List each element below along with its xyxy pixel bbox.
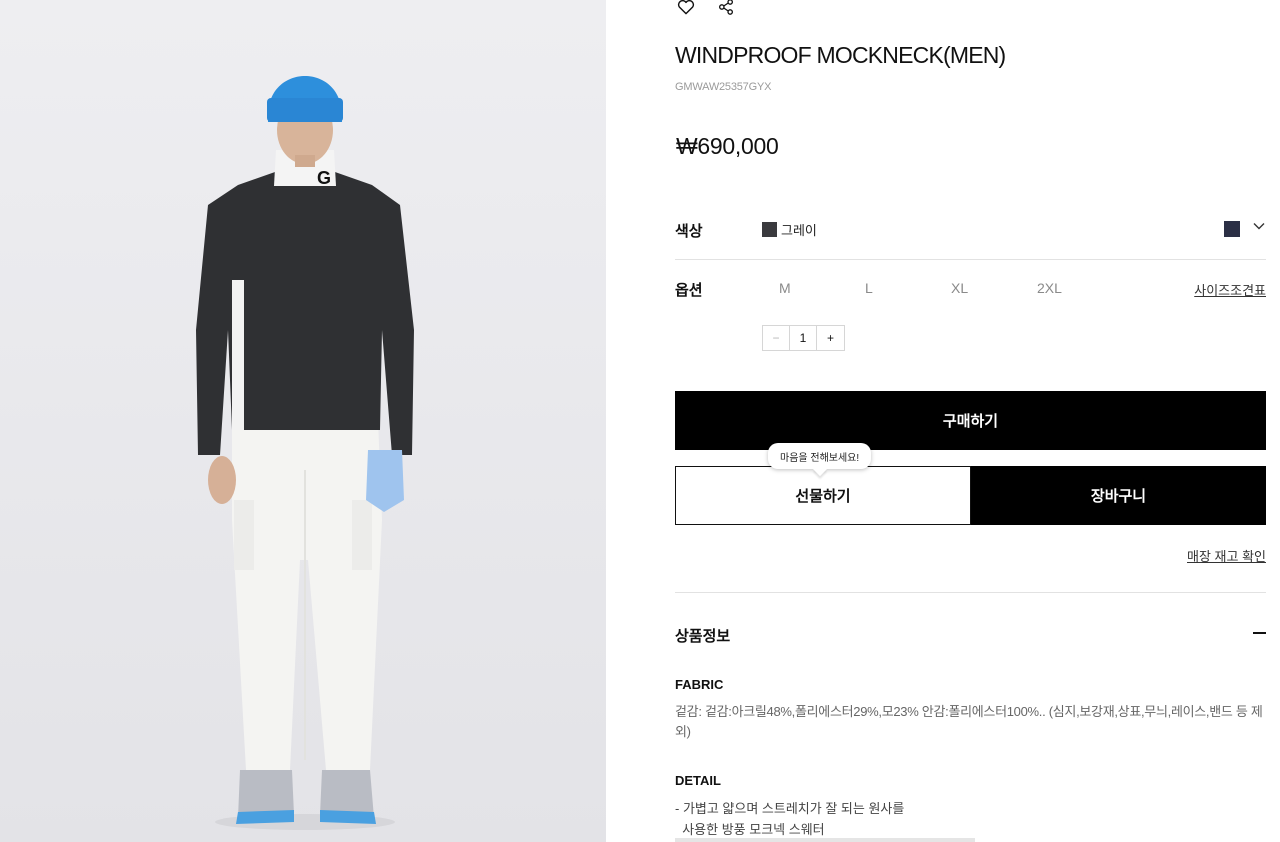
size-chart-link[interactable]: 사이즈조견표	[1194, 280, 1266, 299]
detail-description: - 가볍고 얇으며 스트레치가 잘 되는 원사를 사용한 방풍 모크넥 스웨터	[675, 801, 905, 837]
color-dropdown[interactable]	[1224, 219, 1266, 238]
action-icons	[675, 0, 737, 18]
divider	[675, 592, 1266, 593]
color-swatch-selected	[1224, 220, 1240, 237]
product-code: GMWAW25357GYX	[675, 81, 772, 93]
product-image[interactable]: G	[0, 0, 606, 842]
size-option-2xl[interactable]: 2XL	[1020, 280, 1106, 296]
chevron-down-icon[interactable]	[1252, 219, 1266, 238]
quantity-value[interactable]: 1	[790, 326, 817, 350]
buy-now-button[interactable]: 구매하기	[675, 391, 1266, 450]
quantity-increase-button[interactable]: +	[817, 326, 844, 350]
gift-button[interactable]: 선물하기	[675, 466, 971, 525]
selected-color: 그레이	[762, 220, 817, 239]
product-detail-panel: WINDPROOF MOCKNECK(MEN) GMWAW25357GYX ₩6…	[675, 0, 1266, 842]
product-price: ₩690,000	[676, 133, 779, 159]
divider	[675, 259, 1266, 260]
cut-off-text-line	[675, 838, 975, 842]
add-to-cart-button[interactable]: 장바구니	[971, 466, 1266, 525]
fabric-heading: FABRIC	[675, 677, 724, 692]
color-swatch	[762, 222, 777, 237]
fabric-description: 겉감: 겉감:아크릴48%,폴리에스터29%,모23% 안감:폴리에스터100%…	[675, 704, 1263, 739]
model-photo-illustration: G	[0, 0, 606, 842]
size-option-l[interactable]: L	[848, 280, 934, 296]
share-icon[interactable]	[715, 0, 737, 18]
size-option-m[interactable]: M	[762, 280, 848, 296]
color-label: 색상	[675, 223, 703, 240]
quantity-stepper: − 1 +	[762, 325, 845, 351]
store-stock-link[interactable]: 매장 재고 확인	[1187, 546, 1266, 565]
color-name: 그레이	[781, 223, 817, 238]
product-title: WINDPROOF MOCKNECK(MEN)	[675, 42, 1006, 68]
size-options: M L XL 2XL	[762, 280, 1106, 296]
quantity-decrease-button[interactable]: −	[763, 326, 790, 350]
svg-text:G: G	[317, 168, 331, 188]
detail-heading: DETAIL	[675, 773, 721, 788]
minus-icon[interactable]	[1253, 632, 1266, 634]
gift-tooltip: 마음을 전해보세요!	[768, 443, 872, 469]
product-info-heading[interactable]: 상품정보	[675, 625, 730, 646]
size-option-xl[interactable]: XL	[934, 280, 1020, 296]
heart-icon[interactable]	[675, 0, 697, 18]
option-label: 옵션	[675, 282, 703, 299]
